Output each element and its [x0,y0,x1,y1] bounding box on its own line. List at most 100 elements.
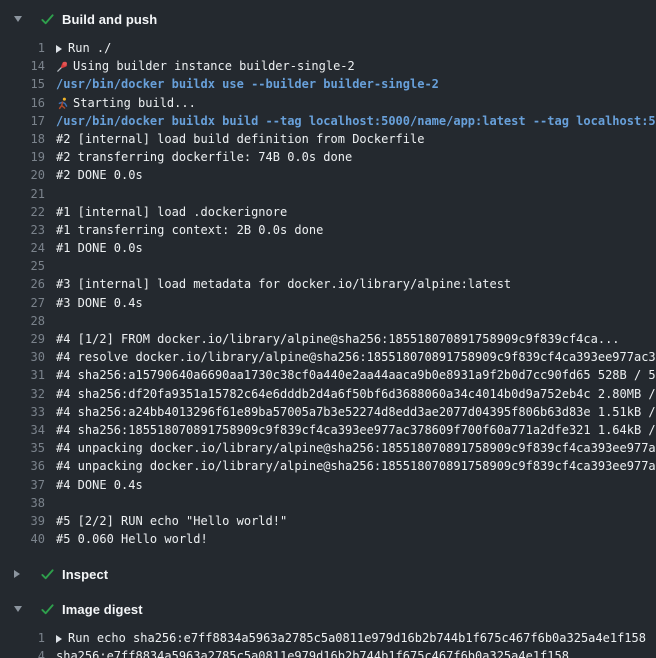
log-line: 25 [0,257,656,275]
line-number[interactable]: 33 [0,403,45,421]
log-line: 28 [0,312,656,330]
log-line: 29 #4 [1/2] FROM docker.io/library/alpine… [0,330,656,348]
line-number[interactable]: 34 [0,421,45,439]
log-line: 39 #5 [2/2] RUN echo "Hello world!" [0,512,656,530]
log-text: #3 DONE 0.4s [56,294,143,312]
check-icon [40,567,55,582]
log-line: 31 #4 sha256:a15790640a6690aa1730c38cf0a4… [0,366,656,384]
log-line: 34 #4 sha256:185518070891758909c9f839cf4c… [0,421,656,439]
log-text: #2 DONE 0.0s [56,166,143,184]
log-text: #2 [internal] load build definition from… [56,130,424,148]
section-title: Inspect [62,567,108,582]
check-icon [40,12,55,27]
line-number[interactable]: 29 [0,330,45,348]
log-line: 19 #2 transferring dockerfile: 74B 0.0s d… [0,148,656,166]
log-line: 4sha256:e7ff8834a5963a2785c5a0811e979d16… [0,647,656,658]
log-text: #1 [internal] load .dockerignore [56,203,287,221]
log-line: 21 [0,185,656,203]
line-number[interactable]: 14 [0,57,45,75]
line-number[interactable]: 35 [0,439,45,457]
log-text: Starting build... [56,94,196,112]
section-header-image-digest[interactable]: Image digest [0,598,656,620]
section-build-and-push: Build and push 1 Run ./14Using builder in… [0,8,656,554]
log-line: 17/usr/bin/docker buildx build --tag loc… [0,112,656,130]
log-text-command: /usr/bin/docker buildx build --tag local… [56,112,656,130]
log-text-command: /usr/bin/docker buildx use --builder bui… [56,75,439,93]
line-number[interactable]: 36 [0,457,45,475]
play-icon [56,41,68,55]
log-text: #1 transferring context: 2B 0.0s done [56,221,323,239]
line-number[interactable]: 20 [0,166,45,184]
log-text: #2 transferring dockerfile: 74B 0.0s don… [56,148,352,166]
line-number[interactable]: 31 [0,366,45,384]
line-number[interactable]: 38 [0,494,45,512]
line-number[interactable]: 25 [0,257,45,275]
line-number[interactable]: 22 [0,203,45,221]
line-number[interactable]: 17 [0,112,45,130]
chevron-down-icon[interactable] [14,16,26,22]
log-text: #4 sha256:df20fa9351a15782c64e6dddb2d4a6… [56,385,656,403]
workflow-log-viewer: Build and push 1 Run ./14Using builder in… [0,0,656,658]
log-text: #4 [1/2] FROM docker.io/library/alpine@s… [56,330,620,348]
log-line: 18 #2 [internal] load build definition fr… [0,130,656,148]
line-number[interactable]: 26 [0,275,45,293]
log-line: 38 [0,494,656,512]
log-text: #5 0.060 Hello world! [56,530,208,548]
line-number[interactable]: 27 [0,294,45,312]
line-number[interactable]: 18 [0,130,45,148]
line-number[interactable]: 28 [0,312,45,330]
log-line: 24 #1 DONE 0.0s [0,239,656,257]
line-number[interactable]: 30 [0,348,45,366]
log-line: 22 #1 [internal] load .dockerignore [0,203,656,221]
log-line: 23 #1 transferring context: 2B 0.0s done [0,221,656,239]
log-line: 1 Run ./ [0,39,656,57]
line-number[interactable]: 1 [0,629,45,647]
log-line: 16 Starting build... [0,94,656,112]
log-line: 20 #2 DONE 0.0s [0,166,656,184]
log-line: 30 #4 resolve docker.io/library/alpine@sh… [0,348,656,366]
section-image-digest: Image digest 1 Run echo sha256:e7ff8834a5… [0,598,656,658]
line-number[interactable]: 4 [0,647,45,658]
log-text: #5 [2/2] RUN echo "Hello world!" [56,512,287,530]
line-number[interactable]: 1 [0,39,45,57]
log-text: #1 DONE 0.0s [56,239,143,257]
log-text: #4 unpacking docker.io/library/alpine@sh… [56,439,656,457]
line-number[interactable]: 16 [0,94,45,112]
pushpin-icon [56,59,73,73]
log-text: #4 sha256:a15790640a6690aa1730c38cf0a440… [56,366,656,384]
line-number[interactable]: 37 [0,476,45,494]
chevron-right-icon[interactable] [14,570,26,578]
line-number[interactable]: 39 [0,512,45,530]
log-text: #4 sha256:185518070891758909c9f839cf4ca3… [56,421,656,439]
line-number[interactable]: 19 [0,148,45,166]
section-header-inspect[interactable]: Inspect [0,563,656,585]
chevron-down-icon[interactable] [14,606,26,612]
line-number[interactable]: 24 [0,239,45,257]
log-lines-image-digest: 1 Run echo sha256:e7ff8834a5963a2785c5a08… [0,620,656,658]
line-number[interactable]: 23 [0,221,45,239]
log-line: 32 #4 sha256:df20fa9351a15782c64e6dddb2d4… [0,385,656,403]
log-text: Run ./ [56,39,111,57]
log-text: #4 resolve docker.io/library/alpine@sha2… [56,348,656,366]
line-number[interactable]: 40 [0,530,45,548]
line-number[interactable]: 21 [0,185,45,203]
section-header-build-and-push[interactable]: Build and push [0,8,656,30]
section-inspect: Inspect [0,563,656,585]
log-text: #4 DONE 0.4s [56,476,143,494]
log-lines-build-and-push: 1 Run ./14Using builder instance builder-… [0,30,656,554]
log-text: Run echo sha256:e7ff8834a5963a2785c5a081… [56,629,646,647]
log-line: 33 #4 sha256:a24bb4013296f61e89ba57005a7b… [0,403,656,421]
log-line: 40 #5 0.060 Hello world! [0,530,656,548]
log-line: 1 Run echo sha256:e7ff8834a5963a2785c5a08… [0,629,656,647]
line-number[interactable]: 15 [0,75,45,93]
log-line: 37 #4 DONE 0.4s [0,476,656,494]
log-line: 14Using builder instance builder-single-… [0,57,656,75]
play-icon [56,631,68,645]
line-number[interactable]: 32 [0,385,45,403]
section-title: Build and push [62,12,157,27]
section-title: Image digest [62,602,143,617]
check-icon [40,602,55,617]
runner-icon [56,96,73,110]
log-text: #4 unpacking docker.io/library/alpine@sh… [56,457,656,475]
log-text: #4 sha256:a24bb4013296f61e89ba57005a7b3e… [56,403,656,421]
